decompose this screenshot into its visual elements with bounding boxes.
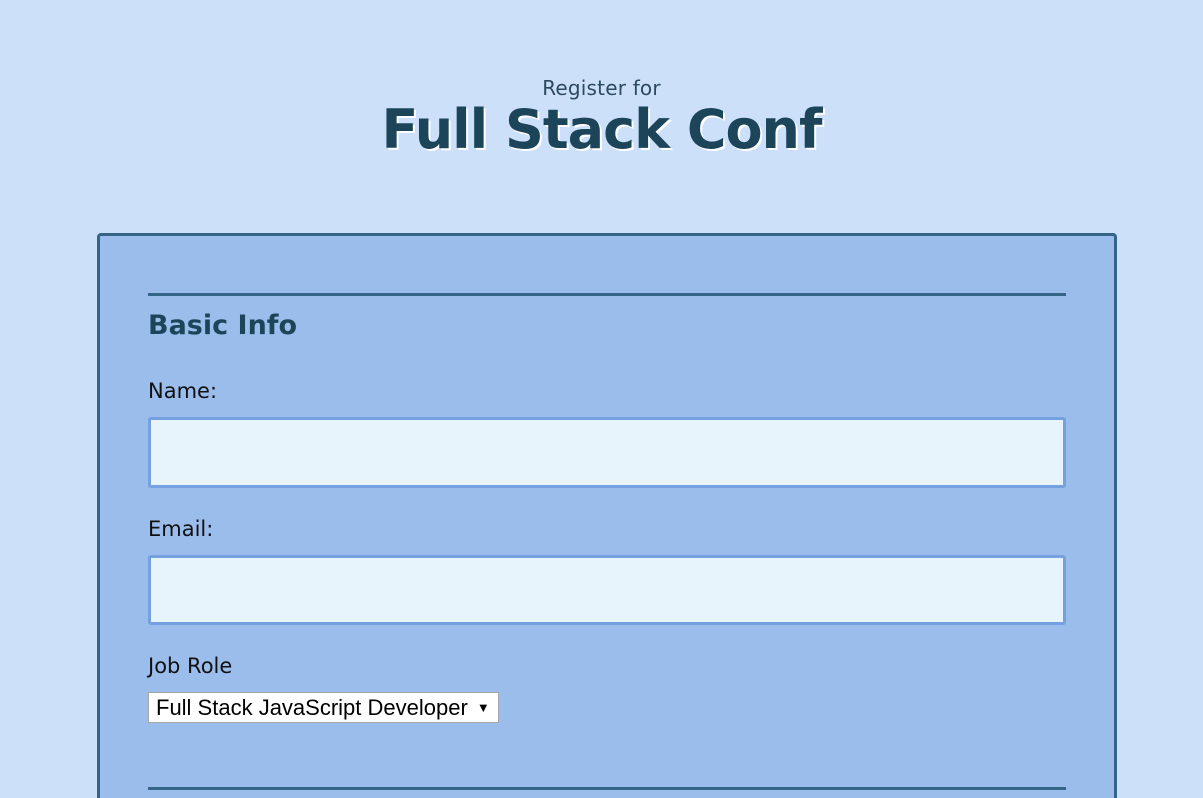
page: Register for Full Stack Conf Basic Info … xyxy=(0,0,1203,798)
section-divider-bottom xyxy=(148,787,1066,790)
page-header: Register for Full Stack Conf xyxy=(0,76,1203,160)
page-title: Full Stack Conf xyxy=(381,98,823,161)
job-role-select[interactable]: Full Stack JavaScript Developer ▼ xyxy=(148,692,499,723)
job-role-selected-value: Full Stack JavaScript Developer xyxy=(156,695,468,720)
name-field[interactable] xyxy=(148,417,1066,488)
page-subtitle: Register for xyxy=(542,76,661,100)
section-title-basic-info: Basic Info xyxy=(148,310,298,341)
section-divider-top xyxy=(148,293,1066,296)
registration-form: Basic Info Name: Email: Job Role Full St… xyxy=(97,233,1117,798)
chevron-down-icon: ▼ xyxy=(476,700,490,715)
name-label: Name: xyxy=(148,379,218,403)
email-label: Email: xyxy=(148,517,214,541)
email-field[interactable] xyxy=(148,555,1066,625)
job-role-label: Job Role xyxy=(148,654,233,678)
